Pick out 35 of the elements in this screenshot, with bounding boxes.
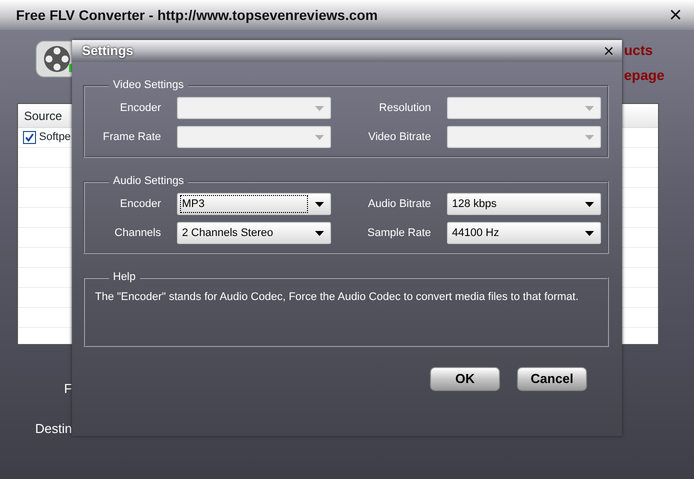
field-label: Encoder xyxy=(119,100,161,116)
help-text: The "Encoder" stands for Audio Codec, Force the Audio Codec to convert media files to that format. xyxy=(95,290,580,305)
field-label: Resolution xyxy=(378,100,431,116)
caret-icon xyxy=(585,134,594,140)
checkbox[interactable] xyxy=(23,131,36,144)
field-label: Channels xyxy=(114,226,161,241)
dropdown-field[interactable]: 44100 Hz xyxy=(447,222,601,244)
column-header: Source xyxy=(24,108,62,124)
close-button[interactable]: × xyxy=(603,42,614,60)
field-label: Audio Bitrate xyxy=(367,196,431,212)
group-label: Help xyxy=(112,272,137,283)
dialog-title: Settings xyxy=(82,42,134,60)
field-label: F xyxy=(64,381,72,396)
caret-icon xyxy=(585,106,594,110)
field-label: Destin xyxy=(35,420,72,436)
table-cell-text: Softpe xyxy=(39,130,71,146)
caret-icon xyxy=(315,202,324,206)
field-label: Sample Rate xyxy=(366,226,431,241)
field-label: Frame Rate xyxy=(102,130,161,145)
close-button[interactable]: × xyxy=(669,4,682,26)
field-label: Encoder xyxy=(119,196,161,212)
field-label: Video Bitrate xyxy=(367,130,431,145)
group-label: Audio Settings xyxy=(112,176,185,187)
window-title: Free FLV Converter - http://www.topsevenreviews.com xyxy=(16,6,378,25)
caret-icon xyxy=(315,134,324,140)
group-label: Video Settings xyxy=(112,80,185,91)
caret-icon xyxy=(315,106,324,110)
cancel-button[interactable]: Cancel xyxy=(517,367,587,391)
ok-button[interactable]: OK xyxy=(430,367,500,391)
dropdown-field[interactable]: 128 kbps xyxy=(447,193,601,215)
dropdown-field[interactable]: 2 Channels Stereo xyxy=(177,222,331,244)
caret-icon xyxy=(315,230,324,236)
caret-icon xyxy=(585,230,594,236)
caret-icon xyxy=(585,202,594,206)
dropdown-field[interactable]: MP3 xyxy=(177,193,331,215)
